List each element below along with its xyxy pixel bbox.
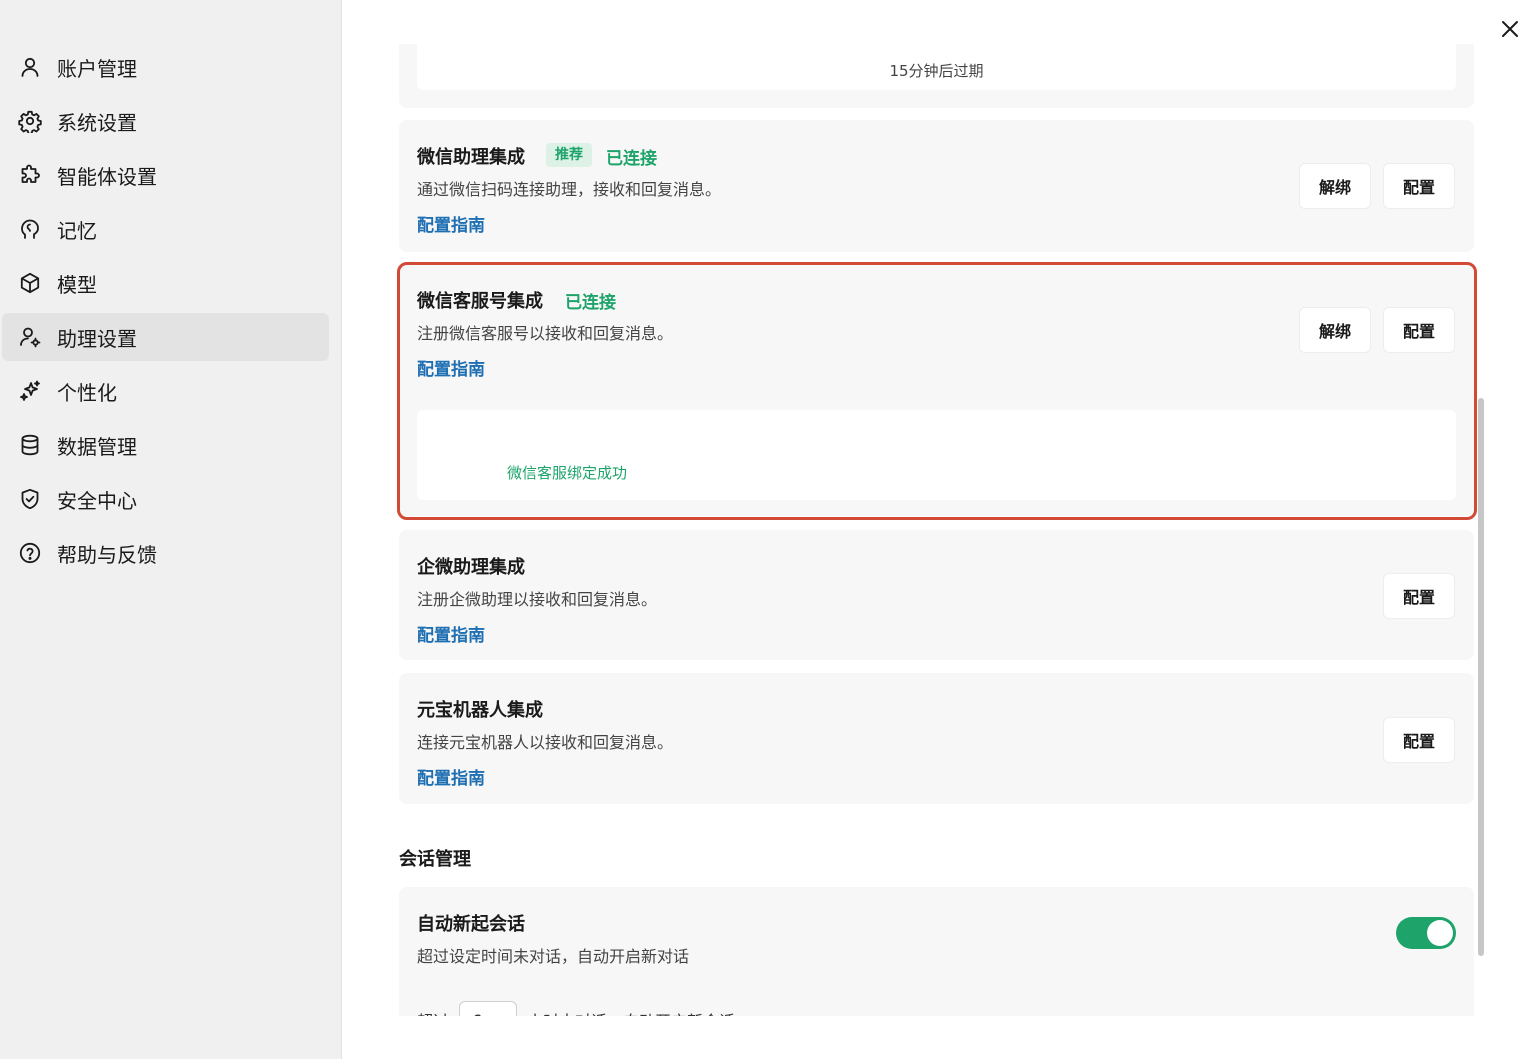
wecom-card: 企微助理集成 注册企微助理以接收和回复消息。 配置指南 配置	[399, 530, 1474, 660]
close-icon	[1498, 17, 1522, 41]
sidebar-item-model[interactable]: 模型	[2, 259, 329, 307]
config-guide-link[interactable]: 配置指南	[417, 355, 485, 380]
gear-icon	[18, 109, 42, 133]
hours-prefix: 超过	[417, 1008, 449, 1016]
config-button[interactable]: 配置	[1383, 717, 1455, 763]
expire-text: 15分钟后过期	[889, 62, 984, 80]
sidebar-item-data[interactable]: 数据管理	[2, 421, 329, 469]
hours-suffix: 小时未对话，自动开启新会话	[527, 1008, 735, 1016]
sidebar-item-label: 模型	[57, 272, 97, 297]
unbind-button[interactable]: 解绑	[1299, 163, 1371, 209]
card-desc: 注册企微助理以接收和回复消息。	[417, 590, 658, 609]
sidebar-item-label: 账户管理	[57, 56, 137, 81]
close-button[interactable]	[1498, 17, 1522, 41]
bind-result-panel: 微信客服绑定成功	[417, 410, 1456, 500]
status-badge: 已连接	[606, 149, 657, 169]
toggle-knob	[1427, 920, 1453, 946]
sidebar-item-security[interactable]: 安全中心	[2, 475, 329, 523]
card-desc: 注册微信客服号以接收和回复消息。	[417, 324, 674, 343]
sidebar-item-label: 安全中心	[57, 488, 137, 513]
sidebar-item-label: 助理设置	[57, 326, 137, 351]
sidebar-item-label: 智能体设置	[57, 164, 157, 189]
sidebar-item-label: 记忆	[57, 218, 97, 243]
sidebar-item-label: 帮助与反馈	[57, 542, 157, 567]
config-guide-link[interactable]: 配置指南	[417, 621, 485, 646]
qr-expire-panel: 15分钟后过期	[417, 44, 1456, 90]
sidebar-item-agent[interactable]: 智能体设置	[2, 151, 329, 199]
sidebar-item-system[interactable]: 系统设置	[2, 97, 329, 145]
auto-session-card: 自动新起会话 超过设定时间未对话，自动开启新对话 超过 6 小时未对话，自动开启…	[399, 887, 1474, 1016]
qr-card: 15分钟后过期	[399, 44, 1474, 108]
card-desc: 通过微信扫码连接助理，接收和回复消息。	[417, 180, 722, 199]
status-badge: 已连接	[565, 293, 616, 313]
sidebar-item-memory[interactable]: 记忆	[2, 205, 329, 253]
bind-success-message: 微信客服绑定成功	[507, 464, 628, 482]
sidebar: 账户管理 系统设置 智能体设置 记忆 模型 助理设置 个性化 数据管理 安全中心…	[0, 0, 342, 1059]
help-icon	[18, 541, 42, 565]
brain-icon	[18, 217, 42, 241]
user-settings-icon	[18, 325, 42, 349]
sparkle-icon	[18, 379, 42, 403]
card-desc: 超过设定时间未对话，自动开启新对话	[417, 947, 690, 966]
config-button[interactable]: 配置	[1383, 573, 1455, 619]
sidebar-item-personalize[interactable]: 个性化	[2, 367, 329, 415]
sidebar-item-label: 数据管理	[57, 434, 137, 459]
card-title: 微信客服号集成	[417, 291, 543, 312]
wechat-service-card: 微信客服号集成 已连接 注册微信客服号以接收和回复消息。 配置指南 解绑 配置 …	[399, 264, 1474, 516]
sidebar-item-assistant[interactable]: 助理设置	[2, 313, 329, 361]
hours-row: 超过 6 小时未对话，自动开启新会话	[417, 1001, 735, 1016]
settings-scroll-area[interactable]: 15分钟后过期 微信助理集成 推荐 已连接 通过微信扫码连接助理，接收和回复消息…	[342, 44, 1492, 1016]
recommend-badge: 推荐	[546, 143, 592, 167]
card-title: 元宝机器人集成	[417, 700, 543, 721]
yuanbao-card: 元宝机器人集成 连接元宝机器人以接收和回复消息。 配置指南 配置	[399, 673, 1474, 804]
card-title: 自动新起会话	[417, 914, 525, 935]
shield-icon	[18, 487, 42, 511]
wechat-assistant-card: 微信助理集成 推荐 已连接 通过微信扫码连接助理，接收和回复消息。 配置指南 解…	[399, 120, 1474, 252]
sidebar-item-help[interactable]: 帮助与反馈	[2, 529, 329, 577]
config-guide-link[interactable]: 配置指南	[417, 764, 485, 789]
sidebar-item-label: 个性化	[57, 380, 117, 405]
section-title: 会话管理	[399, 849, 471, 870]
scrollbar-thumb[interactable]	[1478, 398, 1484, 956]
config-button[interactable]: 配置	[1383, 163, 1455, 209]
sidebar-item-label: 系统设置	[57, 110, 137, 135]
hours-stepper[interactable]: 6	[459, 1001, 518, 1017]
config-button[interactable]: 配置	[1383, 307, 1455, 353]
card-desc: 连接元宝机器人以接收和回复消息。	[417, 733, 674, 752]
card-title: 企微助理集成	[417, 557, 525, 578]
sidebar-item-account[interactable]: 账户管理	[2, 43, 329, 91]
puzzle-icon	[18, 163, 42, 187]
card-title: 微信助理集成	[417, 147, 525, 168]
user-icon	[18, 55, 42, 79]
auto-session-toggle[interactable]	[1396, 917, 1456, 949]
unbind-button[interactable]: 解绑	[1299, 307, 1371, 353]
cube-icon	[18, 271, 42, 295]
database-icon	[18, 433, 42, 457]
config-guide-link[interactable]: 配置指南	[417, 211, 485, 236]
hours-value: 6	[472, 1011, 482, 1017]
